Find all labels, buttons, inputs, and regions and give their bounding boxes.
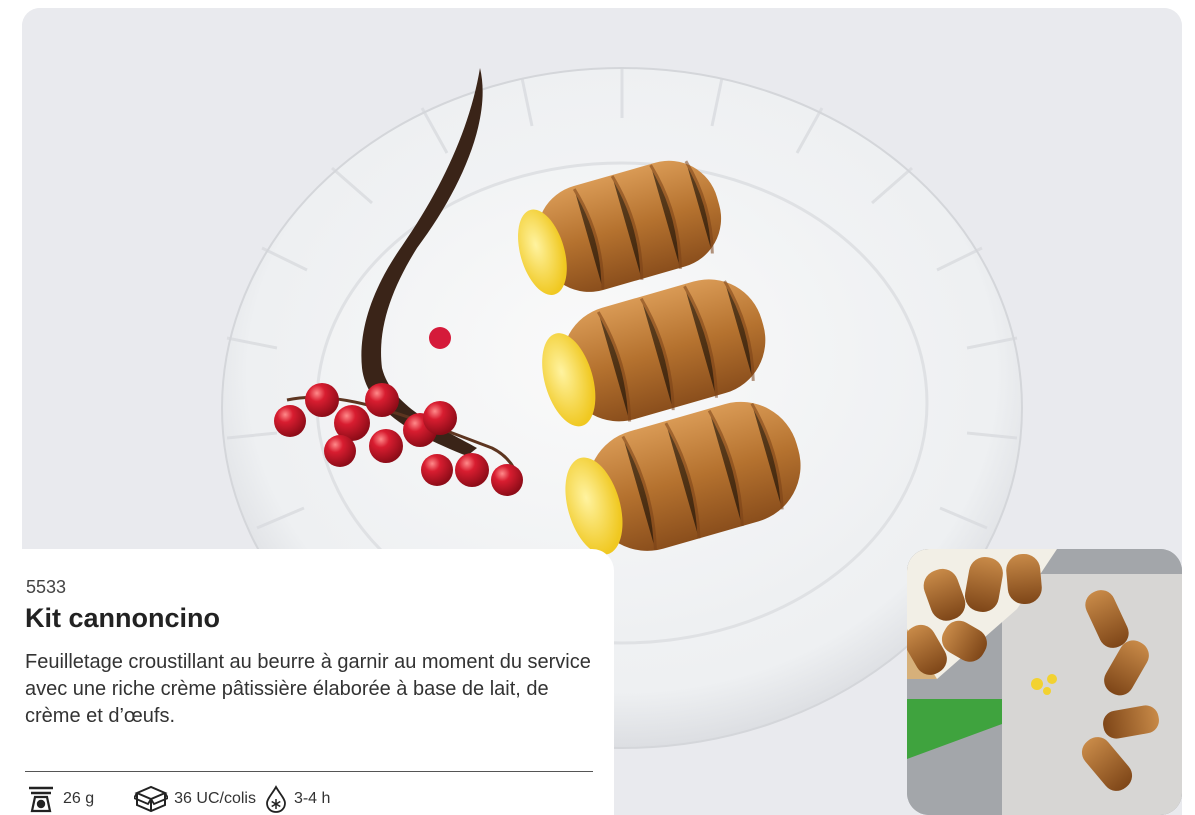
scale-icon xyxy=(25,785,57,813)
box-icon xyxy=(134,785,169,813)
spec-weight: 26 g xyxy=(25,785,94,813)
product-description: Feuilletage croustillant au beurre à gar… xyxy=(25,651,591,727)
thumbnail-image xyxy=(907,549,1182,815)
product-specs: 26 g 36 UC/colis 3-4 h xyxy=(25,785,330,813)
spec-thaw: 3-4 h xyxy=(264,785,330,813)
spec-weight-value: 26 g xyxy=(63,790,95,807)
spec-thaw-value: 3-4 h xyxy=(293,790,331,807)
divider xyxy=(25,771,593,772)
product-code: 5533 xyxy=(26,577,67,597)
product-thumbnail[interactable] xyxy=(907,549,1182,815)
product-info-panel: 5533 Kit cannoncino Feuilletage croustil… xyxy=(22,549,614,815)
spec-pack: 36 UC/colis xyxy=(134,785,256,813)
spec-pack-value: 36 UC/colis xyxy=(174,790,256,807)
thaw-drop-icon xyxy=(264,785,288,813)
sauce-dot xyxy=(429,327,451,349)
product-title: Kit cannoncino xyxy=(25,603,220,633)
product-card: 5533 Kit cannoncino Feuilletage croustil… xyxy=(22,8,1182,815)
